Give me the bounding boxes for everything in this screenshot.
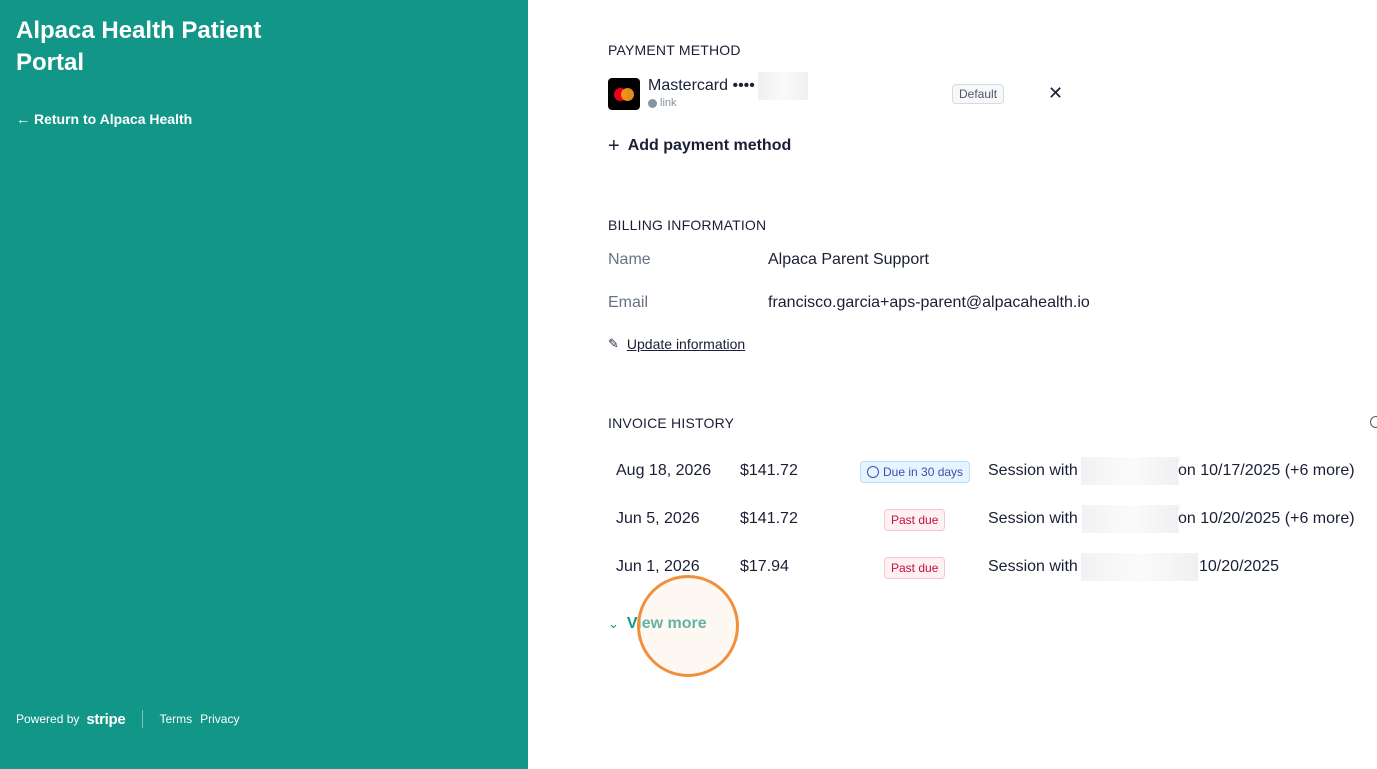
click-indicator (637, 575, 739, 677)
update-information-label: Update information (626, 336, 746, 352)
default-badge: Default (952, 84, 1005, 104)
name-label: Name (608, 251, 651, 268)
invoice-description: Session with (988, 462, 1078, 479)
mastercard-icon (608, 78, 640, 110)
email-label: Email (608, 294, 649, 311)
terms-link[interactable]: Terms (159, 712, 192, 726)
sidebar-footer: Powered by stripe Terms Privacy (16, 710, 247, 728)
powered-by-text: Powered by (16, 712, 80, 726)
invoice-amount: $17.94 (740, 558, 789, 575)
invoice-row[interactable]: Aug 18, 2026 $141.72 Due in 30 days Sess… (608, 453, 1377, 493)
redacted-provider-name (1081, 457, 1179, 485)
card-name: Mastercard •••• (648, 77, 755, 94)
update-information-link[interactable]: ✎ Update information (608, 336, 745, 352)
footer-divider (142, 710, 144, 728)
invoice-date: Jun 5, 2026 (616, 510, 700, 527)
invoice-description: Session with (988, 510, 1078, 527)
name-value: Alpaca Parent Support (768, 251, 929, 268)
stripe-logo[interactable]: stripe (86, 711, 125, 728)
redacted-provider-name (1081, 553, 1198, 581)
invoice-row[interactable]: Jun 1, 2026 $17.94 Past due Session with… (608, 549, 1377, 589)
add-payment-method-label: Add payment method (627, 137, 792, 154)
clock-icon (867, 466, 879, 478)
invoice-date: Aug 18, 2026 (616, 462, 712, 479)
redacted-provider-name (1082, 505, 1179, 533)
card-link-label: link (648, 97, 677, 109)
invoice-row[interactable]: Jun 5, 2026 $141.72 Past due Session wit… (608, 501, 1377, 541)
invoice-description-date: on 10/17/2025 (+6 more) (1178, 462, 1355, 480)
status-badge: Due in 30 days (860, 461, 971, 483)
pencil-icon: ✎ (608, 336, 619, 351)
status-badge: Past due (884, 509, 946, 531)
invoice-history-heading: INVOICE HISTORY (608, 415, 735, 431)
plus-icon: + (608, 135, 620, 157)
invoice-amount: $141.72 (740, 510, 798, 527)
email-value: francisco.garcia+aps-parent@alpacahealth… (768, 294, 1090, 311)
redacted-card-digits (758, 72, 808, 100)
invoice-description-date: on 10/20/2025 (+6 more) (1178, 510, 1355, 528)
invoice-description: Session with (988, 558, 1078, 575)
close-icon[interactable]: ✕ (1048, 84, 1063, 102)
search-icon[interactable] (1370, 416, 1377, 428)
add-payment-method-button[interactable]: + Add payment method (608, 135, 792, 157)
payment-card-row: Mastercard •••• link Default ✕ (608, 72, 1068, 116)
return-link-label: Return to Alpaca Health (34, 111, 193, 127)
portal-title: Alpaca Health Patient Portal (16, 17, 262, 76)
invoice-date: Jun 1, 2026 (616, 558, 700, 575)
arrow-left-icon: ← (16, 111, 30, 127)
return-link[interactable]: ← Return to Alpaca Health (16, 111, 192, 127)
status-badge: Past due (884, 557, 946, 579)
privacy-link[interactable]: Privacy (200, 712, 239, 726)
link-icon (648, 98, 657, 108)
invoice-amount: $141.72 (740, 462, 798, 479)
billing-information-heading: BILLING INFORMATION (608, 217, 767, 233)
invoice-description-date: 10/20/2025 (1199, 558, 1280, 576)
payment-method-heading: PAYMENT METHOD (608, 42, 741, 58)
sidebar: Alpaca Health Patient Portal ← Return to… (0, 0, 528, 769)
chevron-down-icon: ⌄ (608, 616, 619, 631)
